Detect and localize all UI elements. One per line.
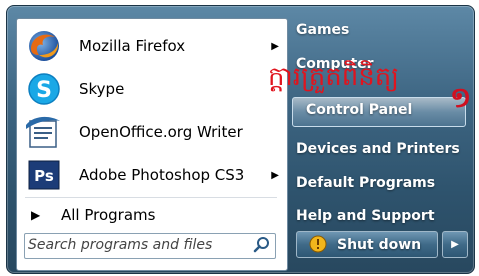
annotation-text: ក្តារត្រួតពិនិត្យ [268,62,400,92]
submenu-arrow-icon[interactable]: ▶ [271,41,279,52]
all-programs-button[interactable]: ▶ All Programs [17,199,285,231]
chevron-right-icon: ▶ [451,239,459,250]
program-label: Mozilla Firefox [79,37,186,55]
shutdown-button[interactable]: Shut down [296,231,438,258]
program-label: Skype [79,80,125,98]
photoshop-icon: Ps [21,158,67,192]
shield-icon [309,235,327,257]
program-label: OpenOffice.org Writer [79,123,243,141]
divider [25,197,277,198]
search-box[interactable] [24,233,276,259]
program-label: Adobe Photoshop CS3 [79,166,245,184]
right-item-help-and-support[interactable]: Help and Support [296,208,435,224]
skype-icon: S [21,72,67,106]
program-item-firefox[interactable]: Mozilla Firefox ▶ [17,27,285,65]
svg-text:Ps: Ps [34,167,54,185]
right-item-control-panel[interactable]: Control Panel [306,102,412,118]
program-item-openoffice-writer[interactable]: OpenOffice.org Writer [17,113,285,151]
right-item-devices-and-printers[interactable]: Devices and Printers [296,141,460,157]
shutdown-label: Shut down [337,236,422,253]
program-item-skype[interactable]: S Skype [17,70,285,108]
search-icon[interactable] [253,236,271,258]
right-item-games[interactable]: Games [296,22,349,38]
firefox-icon [21,29,67,63]
openoffice-writer-icon [21,115,67,149]
right-item-default-programs[interactable]: Default Programs [296,175,435,191]
svg-text:S: S [36,78,52,103]
search-input[interactable] [28,236,243,254]
all-programs-arrow-icon: ▶ [31,208,41,222]
program-item-photoshop[interactable]: Ps Adobe Photoshop CS3 ▶ [17,156,285,194]
annotation-number: ១ [450,81,472,114]
shutdown-options-button[interactable]: ▶ [442,231,468,258]
programs-panel: Mozilla Firefox ▶ S Skype OpenOffice.org… [16,18,288,271]
submenu-arrow-icon[interactable]: ▶ [271,170,279,181]
all-programs-label: All Programs [61,206,156,224]
